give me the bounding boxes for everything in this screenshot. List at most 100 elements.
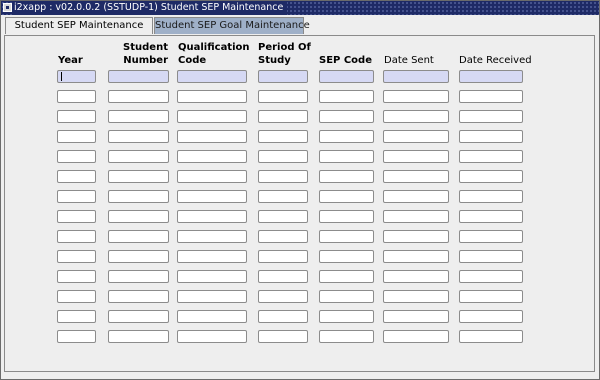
field-date-sent[interactable] xyxy=(383,310,449,323)
field-sep-code[interactable] xyxy=(319,70,374,83)
field-year[interactable] xyxy=(57,210,96,223)
field-qualification-code[interactable] xyxy=(177,190,247,203)
field-qualification-code[interactable] xyxy=(177,110,247,123)
field-sep-code[interactable] xyxy=(319,110,374,123)
field-sep-code[interactable] xyxy=(319,150,374,163)
field-date-sent[interactable] xyxy=(383,150,449,163)
field-date-sent[interactable] xyxy=(383,90,449,103)
field-student-number[interactable] xyxy=(108,70,169,83)
field-date-sent[interactable] xyxy=(383,330,449,343)
field-date-received[interactable] xyxy=(459,210,523,223)
field-date-sent[interactable] xyxy=(383,170,449,183)
field-qualification-code[interactable] xyxy=(177,170,247,183)
field-qualification-code[interactable] xyxy=(177,210,247,223)
field-date-sent[interactable] xyxy=(383,130,449,143)
field-year[interactable] xyxy=(57,310,96,323)
field-sep-code[interactable] xyxy=(319,210,374,223)
field-period-of-study[interactable] xyxy=(258,170,308,183)
field-period-of-study[interactable] xyxy=(258,110,308,123)
field-qualification-code[interactable] xyxy=(177,90,247,103)
field-date-received[interactable] xyxy=(459,270,523,283)
field-date-sent[interactable] xyxy=(383,230,449,243)
field-qualification-code[interactable] xyxy=(177,290,247,303)
field-sep-code[interactable] xyxy=(319,90,374,103)
field-date-sent[interactable] xyxy=(383,250,449,263)
field-period-of-study[interactable] xyxy=(258,190,308,203)
field-year[interactable] xyxy=(57,150,96,163)
field-date-received[interactable] xyxy=(459,70,523,83)
field-sep-code[interactable] xyxy=(319,270,374,283)
tab-student-sep-goal-maintenance[interactable]: Student SEP Goal Maintenance xyxy=(154,17,310,34)
field-student-number[interactable] xyxy=(108,170,169,183)
field-date-sent[interactable] xyxy=(383,190,449,203)
field-student-number[interactable] xyxy=(108,270,169,283)
field-date-sent[interactable] xyxy=(383,290,449,303)
field-date-received[interactable] xyxy=(459,90,523,103)
field-year[interactable] xyxy=(57,250,96,263)
field-date-received[interactable] xyxy=(459,250,523,263)
field-year[interactable] xyxy=(57,290,96,303)
field-period-of-study[interactable] xyxy=(258,210,308,223)
field-period-of-study[interactable] xyxy=(258,70,308,83)
field-year[interactable] xyxy=(57,130,96,143)
field-qualification-code[interactable] xyxy=(177,230,247,243)
field-qualification-code[interactable] xyxy=(177,250,247,263)
field-sep-code[interactable] xyxy=(319,130,374,143)
field-period-of-study[interactable] xyxy=(258,250,308,263)
field-year[interactable] xyxy=(57,330,96,343)
field-year[interactable] xyxy=(57,90,96,103)
field-student-number[interactable] xyxy=(108,290,169,303)
field-sep-code[interactable] xyxy=(319,310,374,323)
field-year[interactable] xyxy=(57,70,96,83)
field-sep-code[interactable] xyxy=(319,230,374,243)
field-student-number[interactable] xyxy=(108,90,169,103)
field-student-number[interactable] xyxy=(108,230,169,243)
field-year[interactable] xyxy=(57,110,96,123)
field-date-received[interactable] xyxy=(459,290,523,303)
field-date-received[interactable] xyxy=(459,130,523,143)
field-qualification-code[interactable] xyxy=(177,330,247,343)
field-period-of-study[interactable] xyxy=(258,270,308,283)
field-date-sent[interactable] xyxy=(383,270,449,283)
field-period-of-study[interactable] xyxy=(258,310,308,323)
field-date-received[interactable] xyxy=(459,110,523,123)
field-year[interactable] xyxy=(57,190,96,203)
field-qualification-code[interactable] xyxy=(177,70,247,83)
field-sep-code[interactable] xyxy=(319,190,374,203)
field-period-of-study[interactable] xyxy=(258,230,308,243)
field-student-number[interactable] xyxy=(108,110,169,123)
field-qualification-code[interactable] xyxy=(177,130,247,143)
field-sep-code[interactable] xyxy=(319,170,374,183)
field-student-number[interactable] xyxy=(108,250,169,263)
field-student-number[interactable] xyxy=(108,210,169,223)
field-student-number[interactable] xyxy=(108,130,169,143)
field-date-sent[interactable] xyxy=(383,70,449,83)
field-period-of-study[interactable] xyxy=(258,150,308,163)
tab-student-sep-maintenance[interactable]: Student SEP Maintenance xyxy=(5,17,153,34)
field-date-sent[interactable] xyxy=(383,210,449,223)
title-bar[interactable]: i2xapp : v02.0.0.2 (SSTUDP-1) Student SE… xyxy=(1,1,599,15)
field-student-number[interactable] xyxy=(108,330,169,343)
field-student-number[interactable] xyxy=(108,150,169,163)
field-year[interactable] xyxy=(57,170,96,183)
field-sep-code[interactable] xyxy=(319,290,374,303)
field-qualification-code[interactable] xyxy=(177,270,247,283)
field-date-received[interactable] xyxy=(459,330,523,343)
field-date-received[interactable] xyxy=(459,230,523,243)
field-sep-code[interactable] xyxy=(319,330,374,343)
field-student-number[interactable] xyxy=(108,310,169,323)
field-period-of-study[interactable] xyxy=(258,90,308,103)
field-year[interactable] xyxy=(57,230,96,243)
field-date-received[interactable] xyxy=(459,310,523,323)
field-period-of-study[interactable] xyxy=(258,330,308,343)
field-qualification-code[interactable] xyxy=(177,310,247,323)
field-student-number[interactable] xyxy=(108,190,169,203)
field-date-received[interactable] xyxy=(459,150,523,163)
field-date-sent[interactable] xyxy=(383,110,449,123)
field-period-of-study[interactable] xyxy=(258,290,308,303)
field-year[interactable] xyxy=(57,270,96,283)
field-qualification-code[interactable] xyxy=(177,150,247,163)
field-date-received[interactable] xyxy=(459,190,523,203)
field-period-of-study[interactable] xyxy=(258,130,308,143)
field-date-received[interactable] xyxy=(459,170,523,183)
